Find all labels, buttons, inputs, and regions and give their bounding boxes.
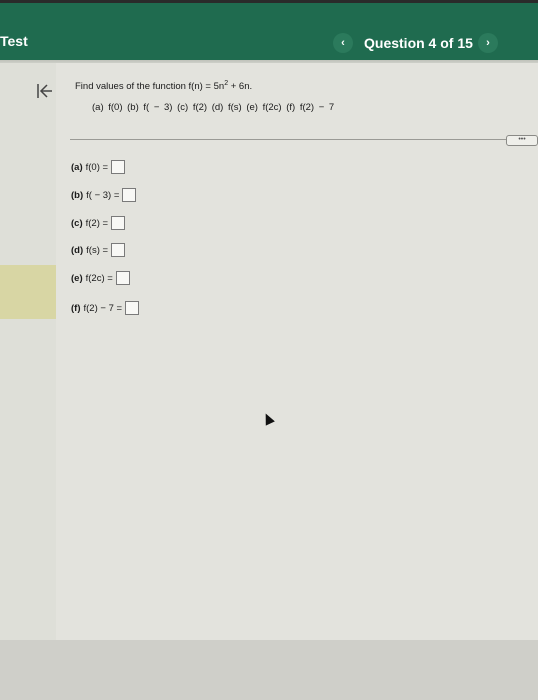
question-prompt: Find values of the function f(n) = 5n2 +…	[75, 80, 252, 92]
answer-label: (d)	[71, 244, 84, 256]
answer-label: (c)	[71, 217, 83, 229]
answer-label: (a)	[71, 161, 83, 173]
answer-input-e[interactable]	[115, 271, 130, 285]
chevron-left-icon[interactable]: ‹	[333, 33, 353, 53]
question-counter: Question 4 of 15	[364, 35, 473, 51]
answer-expression: f(s) =	[86, 244, 109, 256]
collapse-left-icon[interactable]	[36, 82, 54, 103]
more-button[interactable]: •••	[506, 135, 538, 146]
header-top-line	[0, 0, 538, 3]
answer-input-b[interactable]	[122, 188, 137, 202]
answer-expression: f(2) − 7 =	[83, 302, 123, 314]
answer-label: (e)	[71, 272, 83, 284]
question-panel	[56, 63, 538, 640]
answer-input-c[interactable]	[111, 216, 126, 230]
answer-row-f: (f) f(2) − 7 =	[71, 301, 140, 315]
answer-row-a: (a) f(0) =	[71, 160, 126, 174]
left-sidebar	[0, 63, 56, 640]
answer-expression: f(0) =	[85, 161, 109, 173]
answer-row-b: (b) f( − 3) =	[71, 188, 137, 202]
prompt-text: Find values of the function f(n) = 5n	[75, 81, 225, 93]
answer-expression: f(2c) =	[85, 272, 113, 284]
answer-input-d[interactable]	[111, 243, 126, 257]
bottom-area	[0, 640, 538, 700]
answer-label: (b)	[71, 189, 84, 201]
answer-expression: f(2) =	[85, 217, 109, 229]
chevron-right-icon[interactable]: ›	[478, 33, 498, 53]
test-title: Test	[0, 33, 28, 49]
answer-expression: f( − 3) =	[86, 189, 120, 201]
answer-input-a[interactable]	[111, 160, 126, 174]
answer-row-e: (e) f(2c) =	[71, 271, 130, 285]
sidebar-highlight	[0, 265, 56, 319]
answer-row-d: (d) f(s) =	[71, 243, 126, 257]
question-parts: (a) f(0) (b) f( − 3) (c) f(2) (d) f(s) (…	[92, 102, 335, 113]
answer-row-c: (c) f(2) =	[71, 216, 126, 230]
header-bar: Test ‹ Question 4 of 15 ›	[0, 0, 538, 60]
answer-input-f[interactable]	[125, 301, 140, 315]
answer-label: (f)	[71, 302, 81, 314]
prompt-suffix: + 6n.	[228, 81, 253, 93]
divider	[70, 139, 538, 140]
